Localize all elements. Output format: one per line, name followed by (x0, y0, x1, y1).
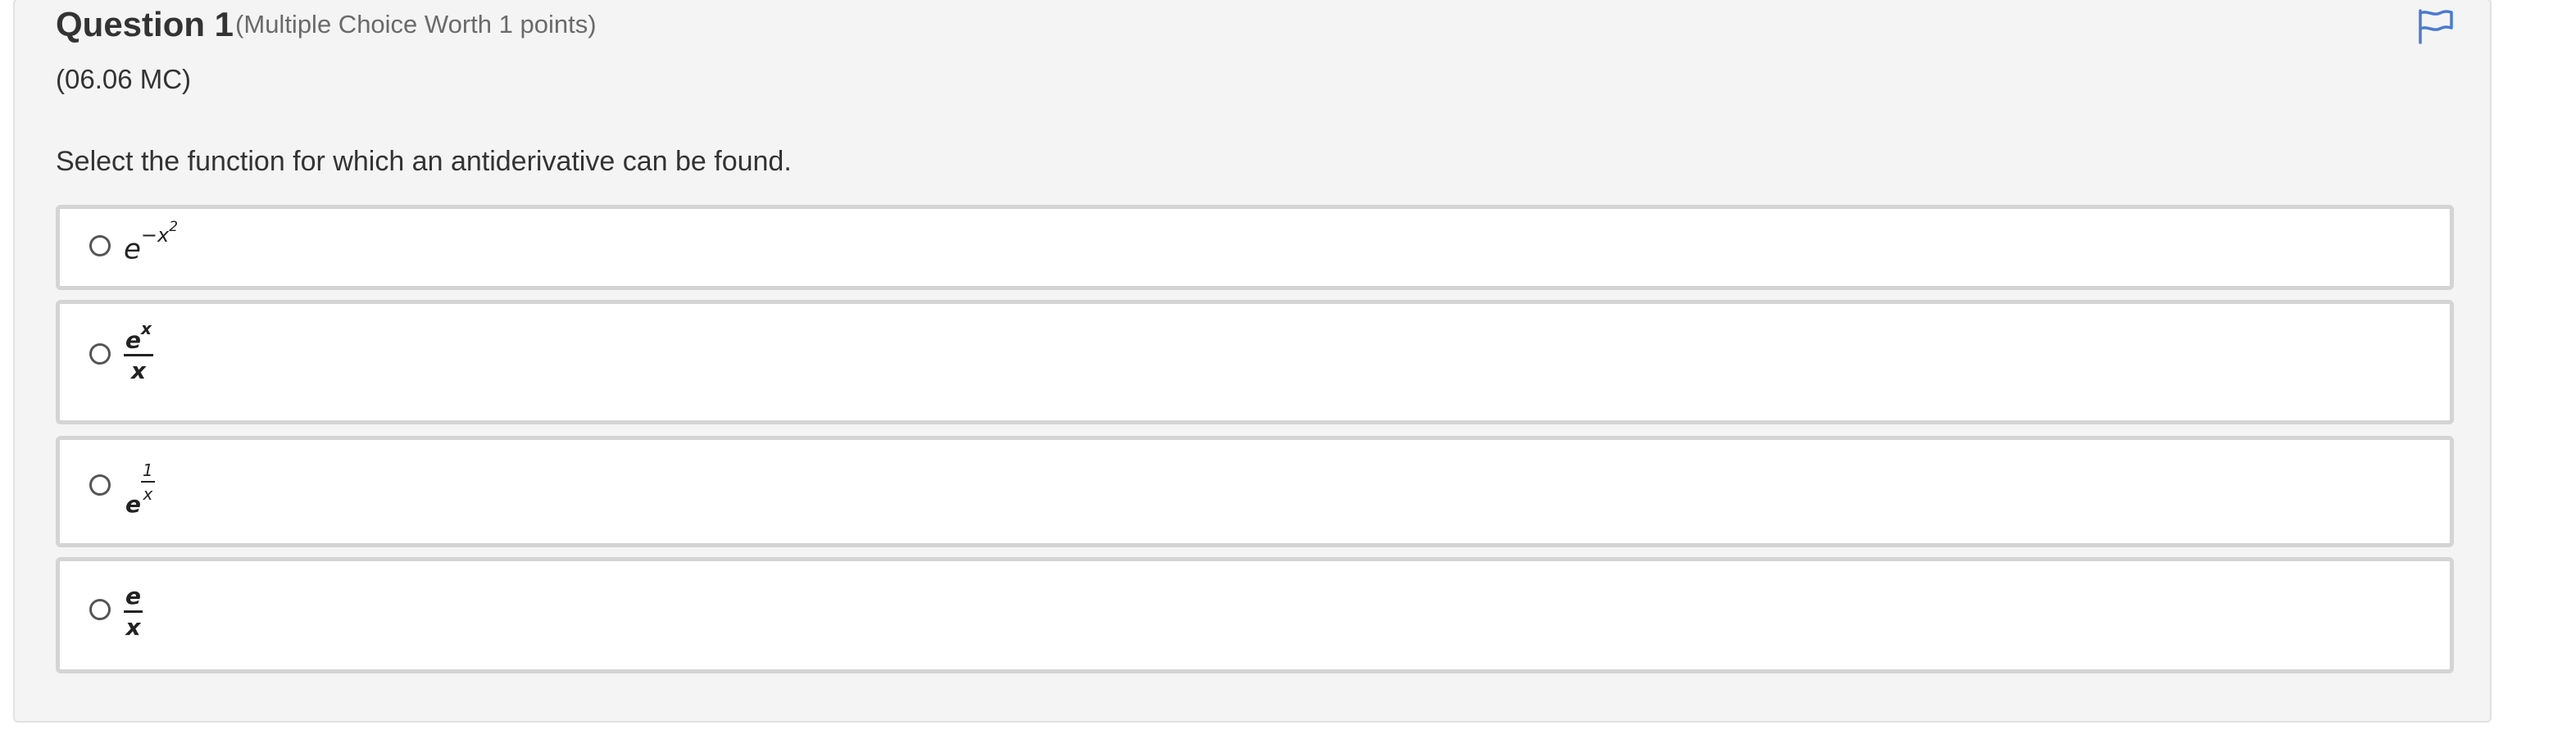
flag-icon (2419, 9, 2453, 44)
question-prompt: Select the function for which an antider… (56, 146, 792, 177)
flag-question-button[interactable] (2413, 3, 2459, 49)
choice-option-3[interactable]: e 1 x (56, 436, 2454, 547)
choice-3-base: e (125, 491, 141, 518)
question-panel: Question 1 (Multiple Choice Worth 1 poin… (13, 0, 2492, 723)
choice-1-exponent-power: 2 (169, 219, 179, 235)
choice-2-numerator-exponent: x (141, 319, 152, 338)
choice-option-4[interactable]: e x (56, 557, 2454, 673)
choice-1-base: e (124, 233, 141, 266)
question-code: (06.06 MC) (56, 64, 192, 94)
choice-2-numerator-base: e (125, 326, 141, 354)
radio-button[interactable] (89, 474, 111, 496)
question-header: Question 1 (Multiple Choice Worth 1 poin… (56, 0, 597, 49)
choice-4-denominator: x (125, 614, 141, 641)
choice-3-exponent-denominator: x (143, 484, 153, 504)
choice-option-2[interactable]: ex x (56, 300, 2454, 424)
choice-4-numerator: e (124, 585, 143, 613)
choice-2-expression: ex x (124, 320, 153, 385)
choice-4-expression: e x (124, 583, 143, 639)
choice-2-denominator: x (130, 357, 146, 385)
radio-button[interactable] (89, 235, 111, 256)
choice-1-expression: e−x2 (124, 219, 178, 266)
question-title: Question 1 (56, 5, 234, 43)
choice-option-1[interactable]: e−x2 (56, 205, 2454, 290)
choice-3-exponent-numerator: 1 (141, 462, 155, 483)
choice-1-exponent: −x (140, 224, 170, 247)
radio-button[interactable] (89, 599, 111, 620)
radio-button[interactable] (89, 343, 111, 365)
question-worth: (Multiple Choice Worth 1 points) (235, 10, 597, 39)
choice-3-expression: e 1 x (125, 458, 155, 518)
